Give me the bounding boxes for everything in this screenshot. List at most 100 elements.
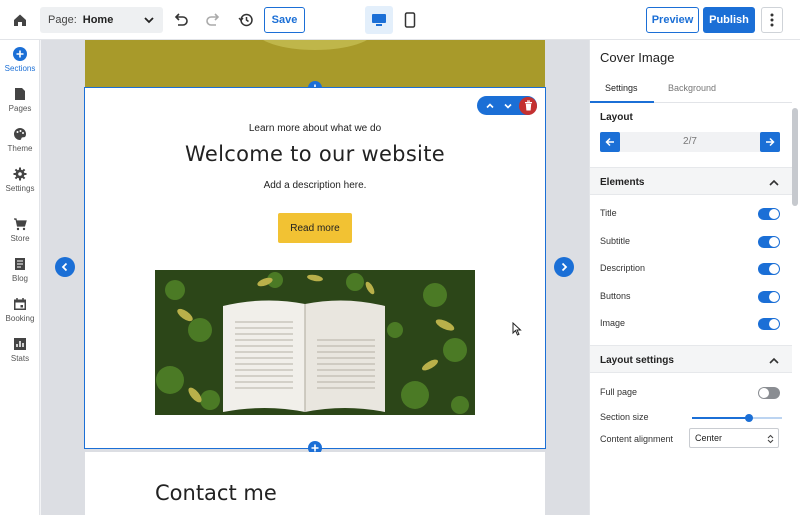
page-icon <box>15 88 25 100</box>
delete-section-button[interactable] <box>519 96 537 115</box>
redo-icon[interactable] <box>204 11 222 29</box>
sidebar-item-settings[interactable]: Settings <box>0 167 40 203</box>
desktop-icon <box>372 14 386 26</box>
panel-tabs: Settings Background <box>590 75 792 103</box>
element-row-buttons: Buttons <box>600 289 780 305</box>
full-page-label: Full page <box>600 387 638 397</box>
subtitle-toggle[interactable] <box>758 236 780 248</box>
active-tab-indicator <box>590 101 654 103</box>
element-row-image: Image <box>600 316 780 332</box>
title-toggle[interactable] <box>758 208 780 220</box>
elements-group-header[interactable]: Elements <box>590 167 792 195</box>
desktop-view-button[interactable] <box>365 6 393 34</box>
plus-icon <box>311 444 319 452</box>
select-arrows-icon <box>767 434 774 444</box>
cover-image-section[interactable]: Learn more about what we do Welcome to o… <box>84 87 546 449</box>
palette-icon <box>14 128 26 140</box>
sidebar-item-pages[interactable]: Pages <box>0 87 40 123</box>
gear-icon <box>13 167 27 181</box>
sidebar-item-stats[interactable]: Stats <box>0 337 40 373</box>
sidebar-item-label: Sections <box>4 64 36 73</box>
editor-canvas: Learn more about what we do Welcome to o… <box>41 40 589 515</box>
mobile-icon <box>404 12 416 28</box>
slider-fill <box>692 417 749 419</box>
contact-title[interactable]: Contact me <box>155 481 277 505</box>
page-selector[interactable]: Page: Home <box>40 7 163 33</box>
previous-layout-button[interactable] <box>55 257 75 277</box>
buttons-toggle[interactable] <box>758 291 780 303</box>
content-alignment-row: Content alignment Center <box>600 428 780 448</box>
layout-settings-group-header[interactable]: Layout settings <box>590 345 792 373</box>
mouse-cursor-icon <box>512 321 522 339</box>
sidebar-item-label: Theme <box>7 144 33 153</box>
layout-value: 2/7 <box>683 136 697 147</box>
tab-background[interactable]: Background <box>668 83 716 93</box>
save-button[interactable]: Save <box>264 7 305 33</box>
open-book-image <box>155 270 475 415</box>
layout-next-button[interactable] <box>760 132 780 152</box>
next-layout-button[interactable] <box>554 257 574 277</box>
layout-label: Layout <box>600 112 633 123</box>
move-down-button[interactable] <box>499 96 517 115</box>
element-row-subtitle: Subtitle <box>600 234 780 250</box>
trash-icon <box>524 100 532 111</box>
sidebar-item-label: Stats <box>10 354 30 363</box>
left-sidebar: Sections Pages Theme Settings Store Blog… <box>0 40 40 515</box>
section-title[interactable]: Welcome to our website <box>85 142 545 166</box>
sidebar-item-sections[interactable]: Sections <box>0 47 40 83</box>
undo-icon[interactable] <box>172 11 190 29</box>
publish-button[interactable]: Publish <box>703 7 755 33</box>
read-more-button[interactable]: Read more <box>278 213 352 243</box>
cart-icon <box>14 218 27 231</box>
content-alignment-select[interactable]: Center <box>689 428 779 448</box>
plus-circle-icon <box>13 47 27 61</box>
sidebar-item-blog[interactable]: Blog <box>0 257 40 293</box>
tab-settings[interactable]: Settings <box>605 83 638 93</box>
contact-section[interactable]: Contact me <box>85 452 545 515</box>
section-size-row: Section size <box>600 410 782 426</box>
sidebar-item-store[interactable]: Store <box>0 217 40 253</box>
more-options-button[interactable] <box>761 7 783 33</box>
chevron-up-icon <box>768 177 780 187</box>
chevron-down-icon <box>143 14 155 26</box>
content-alignment-value: Center <box>695 433 723 443</box>
chevron-right-icon <box>561 262 568 272</box>
content-alignment-label: Content alignment <box>600 434 674 444</box>
page-selector-label: Page: <box>48 14 77 26</box>
section-size-label: Section size <box>600 412 649 422</box>
full-page-toggle[interactable] <box>758 387 780 399</box>
chart-icon <box>14 338 26 350</box>
sidebar-item-label: Settings <box>5 184 35 193</box>
preview-button[interactable]: Preview <box>646 7 699 33</box>
chevron-down-icon <box>504 103 512 109</box>
panel-title: Cover Image <box>600 50 675 65</box>
cover-image[interactable] <box>155 270 475 415</box>
image-toggle[interactable] <box>758 318 780 330</box>
element-label: Description <box>600 263 646 273</box>
mobile-view-button[interactable] <box>396 6 424 34</box>
section-size-slider[interactable] <box>692 414 782 422</box>
chevron-up-icon <box>768 355 780 365</box>
section-subtitle[interactable]: Learn more about what we do <box>85 123 545 134</box>
sidebar-item-theme[interactable]: Theme <box>0 127 40 163</box>
more-vertical-icon <box>770 13 774 27</box>
element-label: Subtitle <box>600 236 631 246</box>
history-icon[interactable] <box>237 11 255 29</box>
element-row-title: Title <box>600 206 780 222</box>
sidebar-item-label: Store <box>10 234 30 243</box>
chevron-left-icon <box>61 262 68 272</box>
sidebar-item-label: Blog <box>11 274 28 283</box>
top-toolbar: Page: Home Save Preview Publish <box>0 0 800 40</box>
sidebar-item-booking[interactable]: Booking <box>0 297 40 333</box>
calendar-icon <box>14 298 26 310</box>
section-toolbar <box>477 96 537 115</box>
slider-handle[interactable] <box>744 414 753 422</box>
description-toggle[interactable] <box>758 263 780 275</box>
move-up-button[interactable] <box>481 96 499 115</box>
panel-scrollbar[interactable] <box>792 108 798 206</box>
element-label: Buttons <box>600 291 631 301</box>
sidebar-item-label: Booking <box>5 314 35 323</box>
section-description[interactable]: Add a description here. <box>85 180 545 191</box>
settings-panel: Cover Image Settings Background Layout 2… <box>589 40 800 515</box>
home-icon[interactable] <box>10 10 30 30</box>
